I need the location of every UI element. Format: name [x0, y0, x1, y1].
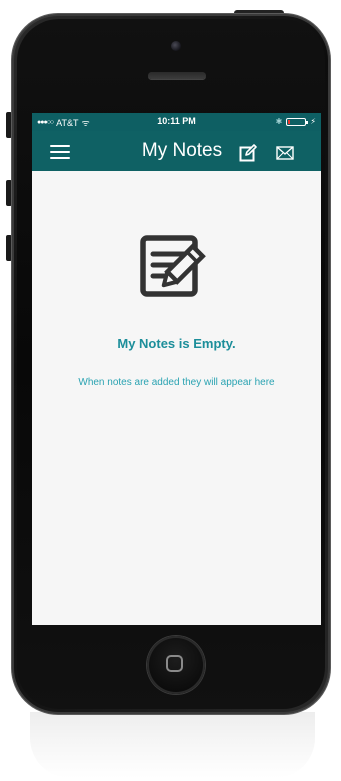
front-camera [171, 41, 181, 51]
edit-icon[interactable] [239, 144, 257, 162]
page-title: My Notes [141, 140, 223, 161]
mail-icon[interactable] [276, 146, 294, 160]
navigation-bar: My Notes [32, 131, 321, 171]
phone-screen: ●●●○○ AT&T ᯤ 10:11 PM ✱ ⚡ My Notes My No… [32, 113, 321, 625]
phone-reflection [30, 712, 315, 778]
battery-icon [286, 117, 309, 126]
hamburger-menu-icon[interactable] [50, 145, 70, 159]
home-square-icon [166, 655, 183, 672]
notes-edit-icon [139, 234, 217, 306]
status-right: ✱ ⚡ [276, 117, 316, 126]
battery-tip [306, 120, 309, 124]
home-button[interactable] [147, 636, 205, 694]
bluetooth-icon: ✱ [275, 117, 283, 126]
empty-state-subtitle: When notes are added they will appear he… [78, 377, 275, 388]
earpiece-speaker [148, 72, 206, 79]
status-bar: ●●●○○ AT&T ᯤ 10:11 PM ✱ ⚡ [32, 113, 321, 131]
main-content: My Notes is Empty. When notes are added … [32, 171, 321, 625]
empty-state-title: My Notes is Empty. [117, 336, 236, 351]
battery-level [288, 119, 291, 124]
charging-icon: ⚡ [310, 117, 316, 126]
